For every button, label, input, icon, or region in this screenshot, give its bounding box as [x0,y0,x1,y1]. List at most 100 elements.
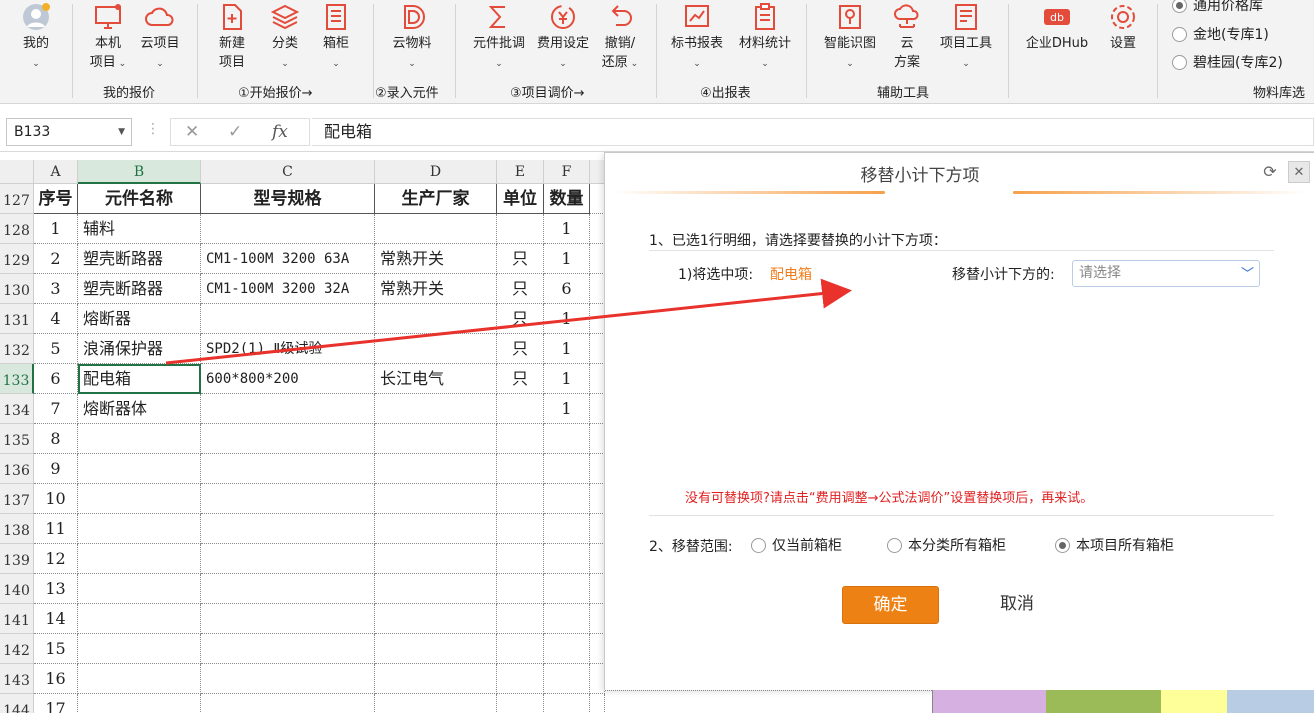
column-header-D[interactable]: D [375,160,497,184]
scope-option-current-cabinet[interactable]: 仅当前箱柜 [751,535,842,555]
ribbon-button-1[interactable]: 本机 项目 ⌄ [82,0,134,80]
column-header-more[interactable] [590,160,605,184]
table-cell[interactable]: 2 [34,244,78,274]
close-icon[interactable]: ✕ [1288,161,1310,183]
table-cell[interactable] [590,664,605,694]
table-cell[interactable] [544,484,590,514]
table-cell[interactable]: 1 [544,364,590,394]
table-cell[interactable]: 15 [34,634,78,664]
table-cell[interactable]: 16 [34,664,78,694]
table-cell[interactable]: 11 [34,514,78,544]
table-header-cell[interactable]: 元件名称 [78,184,201,214]
table-cell[interactable] [78,454,201,484]
table-cell[interactable] [375,394,497,424]
table-cell[interactable] [78,574,201,604]
table-cell[interactable]: 8 [34,424,78,454]
scope-radio[interactable] [887,537,902,553]
library-option-general[interactable]: 通用价格库 [1172,0,1263,15]
table-cell[interactable]: 塑壳断路器 [78,244,201,274]
table-cell[interactable]: 1 [34,214,78,244]
table-cell[interactable] [590,274,605,304]
table-cell[interactable] [375,334,497,364]
table-cell[interactable]: 熔断器体 [78,394,201,424]
table-cell[interactable] [590,514,605,544]
table-cell[interactable]: 只 [497,364,544,394]
table-cell[interactable]: 17 [34,694,78,713]
table-cell[interactable] [201,514,375,544]
table-cell[interactable]: 长江电气 [375,364,497,394]
scope-radio[interactable] [1055,537,1070,553]
table-cell[interactable] [497,514,544,544]
table-cell[interactable]: 6 [34,364,78,394]
row-header[interactable]: 142 [0,634,34,664]
column-header-F[interactable]: F [544,160,590,184]
table-cell[interactable] [375,544,497,574]
chevron-down-icon[interactable]: ﹀ [1241,262,1254,287]
row-header[interactable]: 133 [0,364,34,394]
library-radio[interactable] [1172,54,1187,70]
table-cell[interactable]: 600*800*200 [201,364,375,394]
table-cell[interactable] [375,634,497,664]
table-cell[interactable] [201,544,375,574]
table-cell[interactable]: 9 [34,454,78,484]
table-cell[interactable]: 13 [34,574,78,604]
row-header[interactable]: 127 [0,184,34,214]
table-cell[interactable] [497,574,544,604]
table-cell[interactable] [375,694,497,713]
table-cell[interactable] [375,214,497,244]
table-cell[interactable] [497,604,544,634]
table-cell[interactable] [544,574,590,604]
table-cell[interactable] [375,424,497,454]
table-cell[interactable] [497,634,544,664]
table-cell[interactable] [201,574,375,604]
table-cell[interactable]: 3 [34,274,78,304]
table-cell[interactable] [544,634,590,664]
table-cell[interactable] [590,184,605,214]
scope-radio[interactable] [751,537,766,553]
table-cell[interactable]: 10 [34,484,78,514]
ribbon-button-14[interactable]: 项目工具 ⌄ [932,0,1000,80]
ribbon-button-8[interactable]: 费用设定 ⌄ [532,0,594,80]
table-cell[interactable] [544,694,590,713]
table-cell[interactable] [78,544,201,574]
table-cell[interactable] [375,484,497,514]
table-cell[interactable] [375,604,497,634]
library-radio[interactable] [1172,26,1187,42]
formula-input[interactable]: 配电箱 [312,118,1314,146]
table-cell[interactable] [497,394,544,424]
row-header[interactable]: 131 [0,304,34,334]
column-header-B[interactable]: B [78,160,201,184]
table-cell[interactable] [590,604,605,634]
table-cell[interactable]: CM1-100M 3200 32A [201,274,375,304]
table-cell[interactable]: 1 [544,244,590,274]
table-cell[interactable] [201,424,375,454]
table-header-cell[interactable]: 数量 [544,184,590,214]
table-cell[interactable] [497,664,544,694]
table-cell[interactable] [375,514,497,544]
ribbon-button-10[interactable]: 标书报表 ⌄ [666,0,728,80]
table-header-cell[interactable]: 生产厂家 [375,184,497,214]
table-cell[interactable] [590,244,605,274]
table-cell[interactable] [497,484,544,514]
ribbon-button-6[interactable]: 云物料 ⌄ [385,0,439,80]
table-cell[interactable]: 熔断器 [78,304,201,334]
table-cell[interactable] [201,484,375,514]
table-cell[interactable] [78,484,201,514]
library-option-jindi[interactable]: 金地(专库1) [1172,24,1269,44]
table-cell[interactable]: CM1-100M 3200 63A [201,244,375,274]
row-header[interactable]: 135 [0,424,34,454]
insert-function-icon[interactable]: fx [272,122,288,142]
ribbon-button-16[interactable]: 设置 [1102,0,1144,80]
row-header[interactable]: 134 [0,394,34,424]
column-header-E[interactable]: E [497,160,544,184]
ribbon-button-11[interactable]: 材料统计 ⌄ [730,0,800,80]
table-cell[interactable]: 只 [497,244,544,274]
ribbon-button-0[interactable]: 我的 ⌄ [8,0,64,80]
table-cell[interactable]: 4 [34,304,78,334]
table-cell[interactable] [544,544,590,574]
refresh-icon[interactable]: ⟳ [1259,161,1281,183]
row-header[interactable]: 139 [0,544,34,574]
row-header[interactable]: 144 [0,694,34,713]
ribbon-button-13[interactable]: 云方案 [886,0,928,80]
table-cell[interactable]: 常熟开关 [375,244,497,274]
